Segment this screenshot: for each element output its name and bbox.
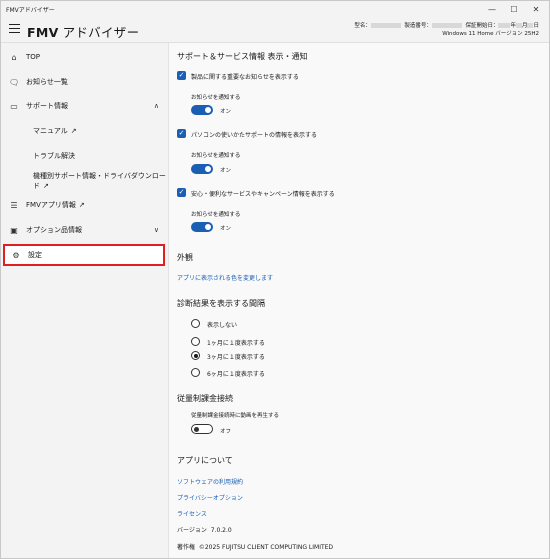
sidebar-item-settings[interactable]: ⚙ 設定 [3, 244, 165, 266]
external-link-icon: ↗ [78, 201, 85, 209]
toggle-state-label: オフ [220, 429, 232, 435]
copyright-label: 著作権 [177, 544, 196, 551]
checkbox-usage-support[interactable]: ✓ [177, 129, 186, 138]
sidebar-item-label: 機種別サポート情報・ドライバダウンロード ↗ [33, 171, 169, 191]
sidebar: ⌂ TOP 🗨 お知らせ一覧 ▭ サポート情報 ∧ マニュアル ↗ トラブル解決 … [1, 43, 169, 558]
version-value: 7.0.2.0 [210, 527, 232, 534]
metered-video-toggle[interactable] [191, 424, 213, 434]
sidebar-item-model-support[interactable]: 機種別サポート情報・ドライバダウンロード ↗ [1, 170, 169, 192]
maximize-button[interactable]: ☐ [503, 1, 525, 17]
version-label: バージョン [177, 527, 207, 534]
serial-label: 製造番号： [404, 23, 432, 29]
title-bar: FMVアドバイザー — ☐ ✕ [1, 1, 549, 17]
appearance-section-title: 外観 [177, 253, 193, 262]
license-link[interactable]: ライセンス [177, 509, 207, 518]
sidebar-item-text: FMVアプリ情報 [26, 201, 76, 209]
copyright-text: ©2025 FUJITSU CLIENT COMPUTING LIMITED [198, 544, 334, 551]
notify-label: お知らせを通知する [191, 153, 241, 159]
sidebar-item-news[interactable]: 🗨 お知らせ一覧 [1, 71, 169, 93]
sidebar-item-manual[interactable]: マニュアル ↗ [1, 120, 169, 142]
sidebar-item-support[interactable]: ▭ サポート情報 ∧ [1, 95, 169, 117]
monitor-icon: ▭ [10, 101, 18, 111]
notify-toggle-services[interactable] [191, 222, 213, 232]
software-terms-link[interactable]: ソフトウェアの利用規約 [177, 477, 243, 486]
device-info-line: 型名： 製造番号： 保証開始日：年月日 [354, 22, 539, 30]
notify-label: お知らせを通知する [191, 95, 241, 101]
sidebar-item-fmv-apps[interactable]: ☰ FMVアプリ情報 ↗ [1, 194, 169, 216]
sidebar-item-text: マニュアル [33, 127, 68, 135]
window-title: FMVアドバイザー [6, 7, 55, 14]
box-icon: ▣ [10, 225, 18, 235]
checkbox-label: パソコンの使いかたサポートの情報を表示する [191, 132, 318, 139]
sidebar-item-options[interactable]: ▣ オプション品情報 ∨ [1, 219, 169, 241]
sidebar-item-label: FMVアプリ情報 ↗ [26, 200, 85, 210]
brand-subtitle: アドバイザー [62, 25, 140, 40]
sidebar-item-label: 設定 [28, 251, 42, 259]
change-color-link[interactable]: アプリに表示される色を変更します [177, 273, 273, 282]
app-header: FMV アドバイザー 型名： 製造番号： 保証開始日：年月日 Windows 11… [1, 17, 549, 43]
checkbox-label: 製品に関する重要なお知らせを表示する [191, 74, 299, 81]
home-icon: ⌂ [11, 52, 17, 62]
radio-interval-none[interactable] [191, 319, 200, 328]
minimize-button[interactable]: — [481, 1, 503, 17]
toggle-state-label: オン [220, 109, 232, 115]
checkbox-important-news[interactable]: ✓ [177, 71, 186, 80]
app-brand: FMV アドバイザー [27, 22, 139, 41]
metered-section-title: 従量制課金接続 [177, 394, 233, 403]
sidebar-item-label: オプション品情報 [26, 226, 82, 234]
list-icon: ☰ [10, 200, 18, 210]
notify-label: お知らせを通知する [191, 212, 241, 218]
privacy-options-link[interactable]: プライバシーオプション [177, 493, 243, 502]
sidebar-item-troubleshoot[interactable]: トラブル解決 [1, 145, 169, 167]
notify-toggle-important[interactable] [191, 105, 213, 115]
checkbox-services-campaign[interactable]: ✓ [177, 188, 186, 197]
radio-interval-1month[interactable] [191, 337, 200, 346]
sidebar-item-label: お知らせ一覧 [26, 78, 68, 86]
toggle-state-label: オン [220, 226, 232, 232]
app-window: FMVアドバイザー — ☐ ✕ FMV アドバイザー 型名： 製造番号： 保証開始… [0, 0, 550, 559]
sidebar-item-label: TOP [26, 53, 41, 61]
hamburger-menu-icon[interactable] [9, 24, 20, 34]
close-button[interactable]: ✕ [525, 1, 547, 17]
radio-label: 3ヶ月に１度表示する [207, 354, 265, 361]
model-value-redacted [370, 23, 401, 28]
notify-toggle-usage[interactable] [191, 164, 213, 174]
serial-value-redacted [431, 23, 462, 28]
os-version: Windows 11 Home バージョン 25H2 [442, 31, 539, 37]
warranty-day-unit: 日 [533, 23, 539, 29]
sidebar-item-label: トラブル解決 [33, 152, 75, 160]
version-row: バージョン 7.0.2.0 [177, 525, 232, 534]
model-label: 型名： [354, 23, 371, 29]
copyright-row: 著作権 ©2025 FUJITSU CLIENT COMPUTING LIMIT… [177, 542, 333, 551]
checkbox-label: 安心・便利なサービスやキャンペーン情報を表示する [191, 191, 335, 198]
toggle-state-label: オン [220, 168, 232, 174]
notify-section-title: サポート＆サービス情報 表示・通知 [177, 52, 308, 61]
radio-label: 6ヶ月に１度表示する [207, 371, 265, 378]
sidebar-item-top[interactable]: ⌂ TOP [1, 46, 169, 68]
brand-logo: FMV [27, 25, 59, 40]
chevron-down-icon[interactable]: ∨ [154, 226, 159, 234]
settings-panel: サポート＆サービス情報 表示・通知 ✓ 製品に関する重要なお知らせを表示する お… [169, 43, 549, 558]
external-link-icon: ↗ [43, 182, 49, 190]
chevron-up-icon[interactable]: ∧ [154, 102, 159, 110]
about-section-title: アプリについて [177, 456, 233, 465]
metered-label: 従量制課金接続時に動画を再生する [191, 413, 280, 419]
external-link-icon: ↗ [70, 127, 77, 135]
radio-interval-3months[interactable] [191, 351, 200, 360]
sidebar-item-label: マニュアル ↗ [33, 126, 77, 136]
chat-icon: 🗨 [9, 77, 20, 87]
warranty-label: 保証開始日： [465, 23, 499, 29]
sidebar-item-label: サポート情報 [26, 102, 68, 110]
device-info: 型名： 製造番号： 保証開始日：年月日 Windows 11 Home バージョ… [354, 22, 539, 38]
sidebar-item-text: 機種別サポート情報・ドライバダウンロード [33, 172, 166, 190]
warranty-year-redacted [498, 23, 511, 28]
radio-interval-6months[interactable] [191, 368, 200, 377]
interval-section-title: 診断結果を表示する間隔 [177, 299, 265, 308]
radio-label: 表示しない [207, 322, 238, 329]
gear-icon: ⚙ [12, 250, 20, 260]
radio-label: 1ヶ月に１度表示する [207, 340, 265, 347]
